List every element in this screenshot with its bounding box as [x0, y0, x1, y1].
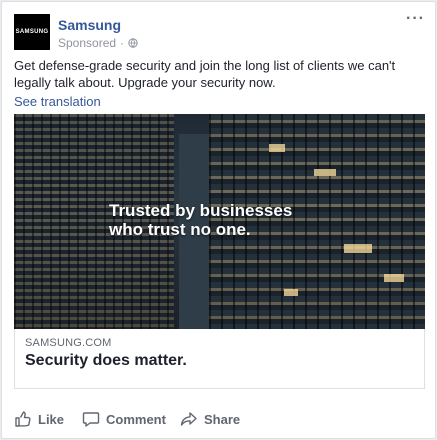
page-name-link[interactable]: Samsung — [58, 17, 121, 33]
globe-icon[interactable] — [128, 38, 138, 48]
ad-headline: Trusted by businesses who trust no one. — [109, 201, 339, 239]
lit-window — [344, 244, 372, 253]
ad-link-preview[interactable]: SAMSUNG.COM Security does matter. — [14, 329, 425, 389]
lit-window — [384, 274, 404, 282]
post-body-text: Get defense-grade security and join the … — [14, 58, 396, 90]
avatar[interactable]: SAMSUNG — [14, 14, 50, 50]
ad-headline-line-1: Trusted by businesses — [109, 201, 293, 220]
ad-image[interactable]: Trusted by businesses who trust no one. — [14, 114, 425, 329]
like-icon — [15, 411, 31, 427]
post-header: SAMSUNG Samsung Sponsored · ··· — [14, 10, 425, 52]
sponsored-label[interactable]: Sponsored — [58, 36, 116, 50]
ad-headline-line-2: who trust no one. — [109, 220, 251, 239]
ad-link-title[interactable]: Security does matter. — [25, 352, 187, 370]
sponsored-line: Sponsored · — [58, 36, 138, 50]
post-actions: Like Comment Share — [14, 410, 425, 434]
lit-window — [284, 289, 298, 296]
share-button[interactable]: Share — [180, 410, 240, 428]
share-icon — [180, 412, 197, 426]
share-label: Share — [204, 411, 241, 427]
see-translation-link[interactable]: See translation — [14, 94, 101, 109]
more-icon[interactable]: ··· — [406, 10, 425, 28]
comment-label: Comment — [106, 411, 166, 427]
ad-domain: SAMSUNG.COM — [25, 337, 112, 349]
comment-icon — [82, 412, 100, 427]
sponsored-post-card: SAMSUNG Samsung Sponsored · ··· Get defe… — [1, 1, 436, 439]
lit-window — [314, 169, 336, 176]
comment-button[interactable]: Comment — [82, 410, 166, 428]
separator-dot: · — [120, 36, 125, 50]
lit-window — [269, 144, 285, 152]
like-button[interactable]: Like — [14, 410, 64, 428]
like-label: Like — [38, 411, 65, 427]
